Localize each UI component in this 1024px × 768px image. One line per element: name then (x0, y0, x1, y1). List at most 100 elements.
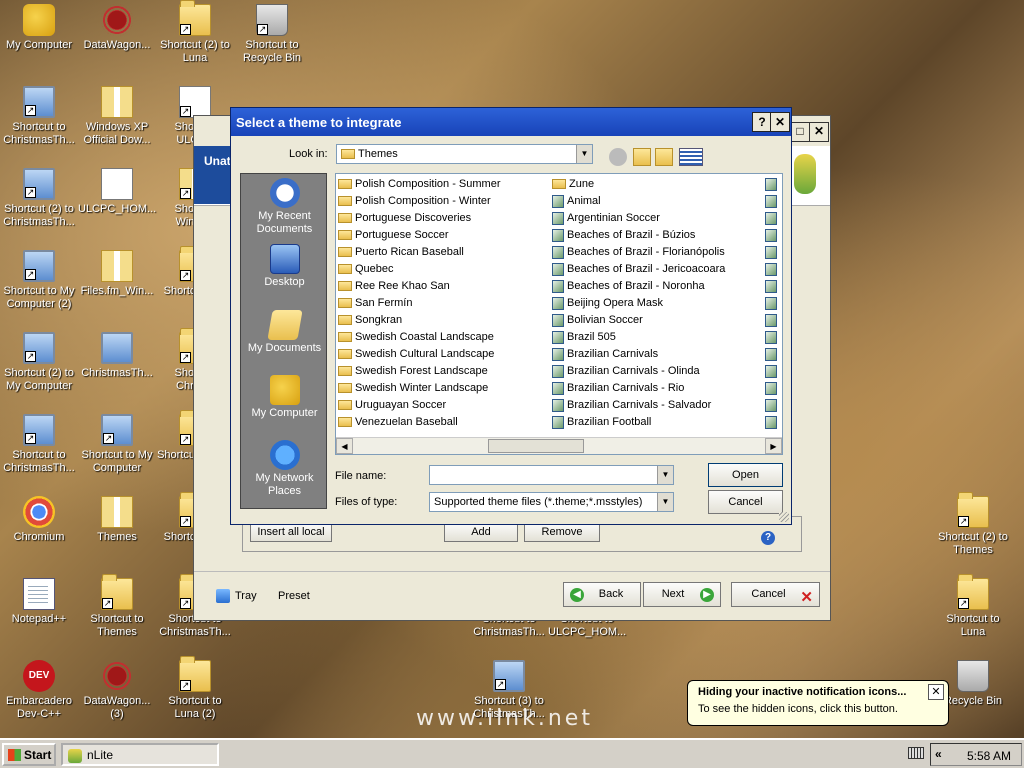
show-hidden-icons-icon[interactable]: « (935, 747, 942, 761)
place-my-computer[interactable]: My Computer (241, 375, 328, 420)
list-item[interactable]: Brazilian Carnivals (552, 346, 725, 363)
list-item[interactable]: Polish Composition - Summer (338, 176, 501, 193)
list-item[interactable]: Portuguese Soccer (338, 227, 501, 244)
list-item[interactable] (765, 278, 781, 295)
list-item[interactable] (765, 397, 781, 414)
list-item[interactable]: Brazilian Carnivals - Salvador (552, 397, 725, 414)
list-item[interactable]: Brazilian Football (552, 414, 725, 431)
desktop-icon-christmasth[interactable]: ChristmasTh... (78, 332, 156, 380)
up-folder-icon[interactable] (633, 148, 651, 166)
chevron-down-icon[interactable]: ▼ (657, 493, 673, 511)
list-item[interactable]: Puerto Rican Baseball (338, 244, 501, 261)
list-item[interactable] (765, 261, 781, 278)
desktop-icon-shortcut-mycomp-2[interactable]: ↗ Shortcut to My Computer (2) (0, 250, 78, 311)
list-item[interactable] (765, 414, 781, 431)
place-my-documents[interactable]: My Documents (241, 310, 328, 355)
clock[interactable]: 5:58 AM (967, 749, 1011, 763)
list-item[interactable]: Beijing Opera Mask (552, 295, 725, 312)
list-item[interactable] (765, 312, 781, 329)
list-item[interactable] (765, 363, 781, 380)
desktop-icon-ulcpc-hom[interactable]: ULCPC_HOM... (78, 168, 156, 216)
scroll-right-icon[interactable]: ▶ (765, 438, 782, 454)
list-item[interactable]: Quebec (338, 261, 501, 278)
list-item[interactable]: Brazilian Carnivals - Rio (552, 380, 725, 397)
desktop-icon-notepadpp[interactable]: Notepad++ (0, 578, 78, 626)
horizontal-scrollbar[interactable]: ◀ ▶ (336, 437, 782, 454)
list-item[interactable]: Bolivian Soccer (552, 312, 725, 329)
list-item[interactable] (765, 244, 781, 261)
dialog-title[interactable]: Select a theme to integrate (231, 108, 791, 136)
list-item[interactable]: Animal (552, 193, 725, 210)
desktop-icon-shortcut2-themes[interactable]: ↗ Shortcut (2) to Themes (934, 492, 1012, 557)
start-button[interactable]: Start (2, 743, 56, 766)
chevron-down-icon[interactable]: ▼ (657, 466, 673, 484)
preset-button[interactable]: Preset (278, 590, 310, 602)
place-recent-documents[interactable]: My Recent Documents (241, 178, 328, 236)
list-item[interactable]: Zune (552, 176, 725, 193)
list-item[interactable] (765, 380, 781, 397)
insert-all-local-button[interactable]: Insert all local (250, 522, 332, 542)
notification-balloon[interactable]: Hiding your inactive notification icons.… (687, 680, 949, 726)
list-item[interactable]: Argentinian Soccer (552, 210, 725, 227)
desktop-icon-shortcut-luna-2[interactable]: ↗ Shortcut (2) to Luna (156, 0, 234, 65)
back-nav-icon[interactable] (609, 148, 627, 166)
nlite-cancel-button[interactable]: Cancel ✕ (731, 582, 820, 607)
desktop-icon-shortcut-christmas-1[interactable]: ↗ Shortcut to ChristmasTh... (0, 86, 78, 147)
desktop-icon-shortcut-recycle[interactable]: ↗ Shortcut to Recycle Bin (233, 4, 311, 65)
list-item[interactable]: Beaches of Brazil - Jericoacoara (552, 261, 725, 278)
file-name-input[interactable]: ▼ (429, 465, 674, 485)
dialog-cancel-button[interactable]: Cancel (708, 490, 783, 514)
list-item[interactable] (765, 210, 781, 227)
list-item[interactable] (765, 193, 781, 210)
list-item[interactable]: Swedish Coastal Landscape (338, 329, 501, 346)
next-button[interactable]: Next ▶ (643, 582, 721, 607)
file-list[interactable]: Polish Composition - Summer Polish Compos… (335, 173, 783, 455)
desktop-icon-embarcadero[interactable]: DEV Embarcadero Dev-C++ (0, 660, 78, 721)
list-item[interactable] (765, 227, 781, 244)
back-button[interactable]: ◀ Back (563, 582, 641, 607)
desktop-icon-datawagon-3[interactable]: DataWagon... (3) (78, 660, 156, 721)
dialog-help-button[interactable]: ? (752, 112, 772, 132)
scroll-thumb[interactable] (488, 439, 584, 453)
keyboard-icon[interactable] (908, 747, 924, 759)
place-network[interactable]: My Network Places (241, 440, 328, 498)
desktop-icon-shortcut-luna-2b[interactable]: ↗ Shortcut to Luna (2) (156, 656, 234, 721)
desktop-icon-datawagon-1[interactable]: DataWagon... (78, 4, 156, 52)
list-item[interactable]: Venezuelan Baseball (338, 414, 501, 431)
scroll-left-icon[interactable]: ◀ (336, 438, 353, 454)
list-item[interactable]: Ree Ree Khao San (338, 278, 501, 295)
place-desktop[interactable]: Desktop (241, 244, 328, 289)
list-item[interactable] (765, 329, 781, 346)
desktop-icon-shortcut-luna[interactable]: ↗ Shortcut to Luna (934, 574, 1012, 639)
list-item[interactable]: Polish Composition - Winter (338, 193, 501, 210)
desktop-icon-shortcut-themes[interactable]: ↗ Shortcut to Themes (78, 574, 156, 639)
nlite-close-button[interactable]: ✕ (809, 122, 829, 142)
view-menu-icon[interactable] (679, 148, 703, 166)
resize-grip-icon[interactable] (779, 512, 789, 522)
list-item[interactable]: Beaches of Brazil - Florianópolis (552, 244, 725, 261)
desktop-icon-winxp-official[interactable]: Windows XP Official Dow... (78, 86, 156, 147)
add-button[interactable]: Add (444, 522, 518, 542)
new-folder-icon[interactable] (655, 148, 673, 166)
list-item[interactable] (765, 346, 781, 363)
list-item[interactable]: Brazil 505 (552, 329, 725, 346)
chevron-down-icon[interactable]: ▼ (576, 145, 592, 163)
remove-button[interactable]: Remove (524, 522, 600, 542)
files-of-type-select[interactable]: Supported theme files (*.theme;*.msstyle… (429, 492, 674, 512)
desktop-icon-shortcut-christmas-3[interactable]: ↗ Shortcut to ChristmasTh... (0, 414, 78, 475)
list-item[interactable]: Swedish Winter Landscape (338, 380, 501, 397)
list-item[interactable]: Swedish Forest Landscape (338, 363, 501, 380)
balloon-close-icon[interactable]: ✕ (928, 684, 944, 700)
list-item[interactable]: Swedish Cultural Landscape (338, 346, 501, 363)
list-item[interactable] (765, 176, 781, 193)
desktop-icon-files-fm[interactable]: Files.fm_Win... (78, 250, 156, 298)
desktop-icon-shortcut2-mycomp[interactable]: ↗ Shortcut (2) to My Computer (0, 332, 78, 393)
desktop-icon-themes[interactable]: Themes (78, 496, 156, 544)
maximize-button[interactable]: □ (790, 122, 810, 142)
list-item[interactable] (765, 295, 781, 312)
desktop-icon-shortcut-christmas-2[interactable]: ↗ Shortcut (2) to ChristmasTh... (0, 168, 78, 229)
tray-button[interactable]: Tray (235, 590, 257, 602)
list-item[interactable]: Uruguayan Soccer (338, 397, 501, 414)
list-item[interactable]: Songkran (338, 312, 501, 329)
dialog-close-button[interactable]: ✕ (770, 112, 790, 132)
